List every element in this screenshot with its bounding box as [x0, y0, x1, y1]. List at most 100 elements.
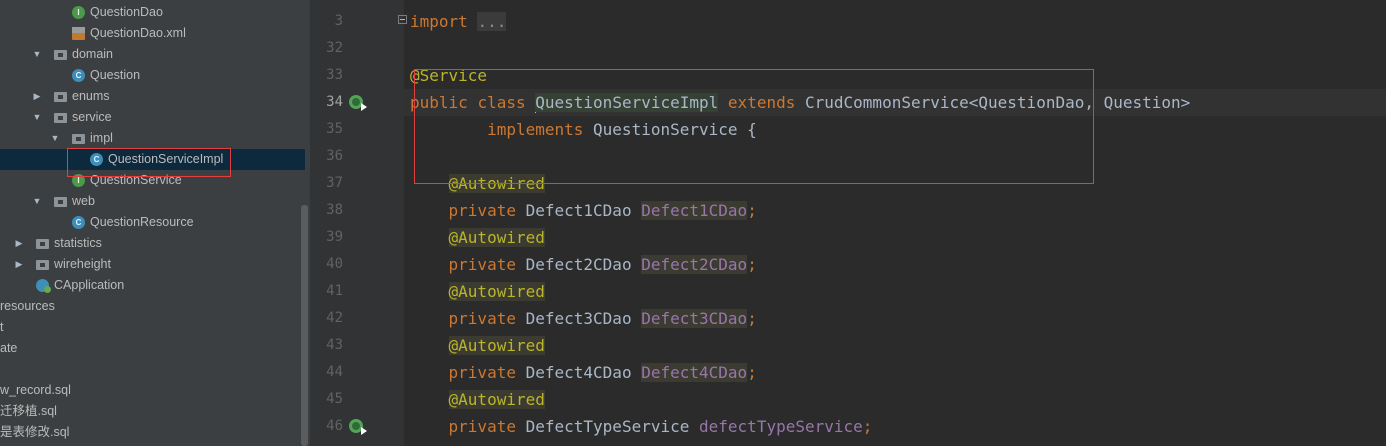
package-folder-icon	[54, 113, 67, 123]
tree-item[interactable]: ▼ service	[0, 107, 305, 128]
tree-item[interactable]: C QuestionResource	[0, 212, 305, 233]
field-name: Defect4CDao	[641, 363, 748, 382]
line-number: 40	[326, 256, 343, 272]
code-line-44: private Defect4CDao Defect4CDao;	[410, 359, 757, 386]
field-name: Defect1CDao	[641, 201, 748, 220]
tree-item-label: service	[72, 110, 112, 124]
bean-implementation-gutter-icon[interactable]	[349, 95, 367, 111]
line-number: 38	[326, 202, 343, 218]
tree-item[interactable]: QuestionDao.xml	[0, 23, 305, 44]
field-type: Defect2CDao	[525, 255, 632, 274]
expand-arrow-icon[interactable]: ▶	[31, 86, 43, 107]
interface-icon: I	[72, 6, 85, 19]
tree-item[interactable]: t	[0, 317, 305, 338]
line-number: 32	[326, 40, 343, 56]
tree-item-label: ate	[0, 341, 18, 355]
autowired-annotation: @Autowired	[448, 228, 545, 247]
tree-item[interactable]: ate	[0, 338, 305, 359]
code-line-38: private Defect1CDao Defect1CDao;	[410, 197, 757, 224]
tree-item-label: 是表修改.sql	[0, 425, 70, 439]
tree-item[interactable]: ▶ statistics	[0, 233, 305, 254]
tree-item-label: resources	[0, 299, 55, 313]
semicolon: ;	[747, 363, 757, 382]
tree-item[interactable]: w_record.sql	[0, 380, 305, 401]
code-line-40: private Defect2CDao Defect2CDao;	[410, 251, 757, 278]
folded-imports[interactable]: ...	[477, 12, 507, 31]
tree-item[interactable]: ▼ domain	[0, 44, 305, 65]
highlight-annotation-box	[414, 69, 1094, 184]
package-folder-icon	[36, 239, 49, 249]
line-number: 36	[326, 148, 343, 164]
code-line-41: @Autowired	[410, 278, 545, 305]
autowired-annotation: @Autowired	[448, 282, 545, 301]
code-line-45: @Autowired	[410, 386, 545, 413]
package-folder-icon	[72, 134, 85, 144]
autowired-annotation: @Autowired	[448, 390, 545, 409]
code-line-43: @Autowired	[410, 332, 545, 359]
tree-item-label: w_record.sql	[0, 383, 71, 397]
tree-item-label: CApplication	[54, 278, 125, 292]
tree-item[interactable]: ▶ wireheight	[0, 254, 305, 275]
collapse-arrow-icon[interactable]: ▼	[49, 128, 61, 149]
collapse-arrow-icon[interactable]: ▼	[31, 107, 43, 128]
tree-item[interactable]: ▼ web	[0, 191, 305, 212]
autowired-annotation: @Autowired	[448, 336, 545, 355]
code-line-3: import ...	[410, 8, 507, 35]
tree-item[interactable]: C Question	[0, 65, 305, 86]
line-number: 41	[326, 283, 343, 299]
line-number: 34	[326, 94, 343, 110]
tree-item-label: Question	[90, 68, 141, 82]
field-type: Defect3CDao	[525, 309, 632, 328]
tree-item-label: web	[72, 194, 95, 208]
code-line-46: private DefectTypeService defectTypeServ…	[410, 413, 873, 440]
tree-item-label: QuestionDao	[90, 5, 163, 19]
tree-item-label: statistics	[54, 236, 102, 250]
line-number: 35	[326, 121, 343, 137]
package-folder-icon	[54, 50, 67, 60]
expand-arrow-icon[interactable]: ▶	[13, 254, 25, 275]
field-type: Defect1CDao	[525, 201, 632, 220]
tree-item[interactable]: resources	[0, 296, 305, 317]
line-number: 37	[326, 175, 343, 191]
line-number: 43	[326, 337, 343, 353]
tree-item[interactable]: 是表修改.sql	[0, 422, 305, 443]
collapse-arrow-icon[interactable]: ▼	[31, 191, 43, 212]
expand-arrow-icon[interactable]: ▶	[13, 233, 25, 254]
tree-item[interactable]: 迁移植.sql	[0, 401, 305, 422]
line-number: 39	[326, 229, 343, 245]
line-number: 33	[326, 67, 343, 83]
private-keyword: private	[448, 417, 516, 436]
tree-item-label: wireheight	[54, 257, 111, 271]
tree-item[interactable]: ▶ enums	[0, 86, 305, 107]
import-keyword: import	[410, 12, 468, 31]
line-number: 45	[326, 391, 343, 407]
class-icon: C	[72, 69, 85, 82]
tree-item[interactable]: ▼ impl	[0, 128, 305, 149]
semicolon: ;	[862, 417, 873, 436]
line-number: 42	[326, 310, 343, 326]
package-folder-icon	[36, 260, 49, 270]
project-tree-scrollbar[interactable]	[301, 205, 308, 446]
field-name: Defect3CDao	[641, 309, 748, 328]
semicolon: ;	[747, 201, 757, 220]
line-number: 3	[334, 13, 343, 29]
tree-item-label: 迁移植.sql	[0, 404, 57, 418]
field-type: Defect4CDao	[525, 363, 632, 382]
line-number: 46	[326, 418, 343, 434]
code-line-39: @Autowired	[410, 224, 545, 251]
private-keyword: private	[448, 201, 516, 220]
spring-boot-class-icon	[36, 279, 51, 293]
bean-injection-gutter-icon[interactable]	[349, 419, 367, 435]
tree-item[interactable]: CApplication	[0, 275, 305, 296]
tree-item[interactable]: I QuestionDao	[0, 2, 305, 23]
private-keyword: private	[448, 255, 516, 274]
tree-item[interactable]	[0, 359, 305, 380]
tree-item-label: t	[0, 320, 4, 334]
collapse-arrow-icon[interactable]: ▼	[31, 44, 43, 65]
tree-item-label: impl	[90, 131, 113, 145]
tree-item-label: QuestionResource	[90, 215, 194, 229]
fold-expand-icon[interactable]	[398, 15, 407, 24]
semicolon: ;	[747, 255, 757, 274]
field-name: Defect2CDao	[641, 255, 748, 274]
tree-item-label: domain	[72, 47, 113, 61]
